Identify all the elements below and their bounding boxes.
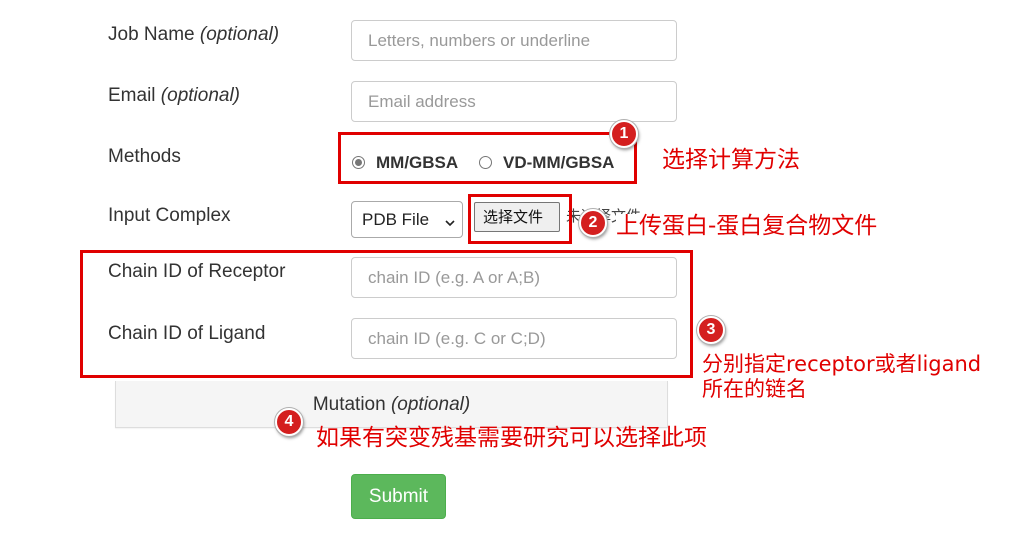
input-complex-label: Input Complex xyxy=(108,205,231,226)
job-name-input[interactable] xyxy=(351,20,677,61)
mutation-label-text: Mutation xyxy=(312,394,386,415)
job-name-label-text: Job Name xyxy=(108,24,195,45)
chain-ids-highlight-box xyxy=(80,250,693,378)
annotation-text-1: 选择计算方法 xyxy=(662,147,800,173)
annotation-badge-2: 2 xyxy=(579,209,607,237)
email-input[interactable] xyxy=(351,81,677,122)
mutation-optional-text: (optional) xyxy=(390,394,471,415)
job-name-optional-text: (optional) xyxy=(199,24,280,45)
chevron-down-icon xyxy=(445,215,455,227)
methods-label: Methods xyxy=(108,146,181,167)
annotation-text-3a: 分别指定receptor或者ligand xyxy=(702,352,982,376)
annotation-text-2: 上传蛋白-蛋白复合物文件 xyxy=(616,213,878,239)
file-type-select-value: PDB File xyxy=(362,210,430,229)
annotation-badge-3: 3 xyxy=(697,316,725,344)
email-optional-text: (optional) xyxy=(160,85,241,106)
mutation-toggle-panel[interactable]: Mutation (optional) xyxy=(115,381,668,428)
annotation-text-4: 如果有突变残基需要研究可以选择此项 xyxy=(316,425,707,451)
email-label-text: Email xyxy=(108,85,156,106)
job-name-label: Job Name (optional) xyxy=(108,24,279,46)
email-label: Email (optional) xyxy=(108,85,240,107)
file-type-select[interactable]: PDB File xyxy=(351,201,463,238)
submit-button[interactable]: Submit xyxy=(351,474,446,519)
submit-button-label: Submit xyxy=(368,486,429,507)
file-button-highlight-box xyxy=(468,194,572,244)
annotation-text-3b: 所在的链名 xyxy=(702,377,807,401)
mutation-label: Mutation (optional) xyxy=(116,394,667,416)
methods-highlight-box xyxy=(338,132,637,184)
annotation-badge-4: 4 xyxy=(275,408,303,436)
annotation-badge-1: 1 xyxy=(610,120,638,148)
